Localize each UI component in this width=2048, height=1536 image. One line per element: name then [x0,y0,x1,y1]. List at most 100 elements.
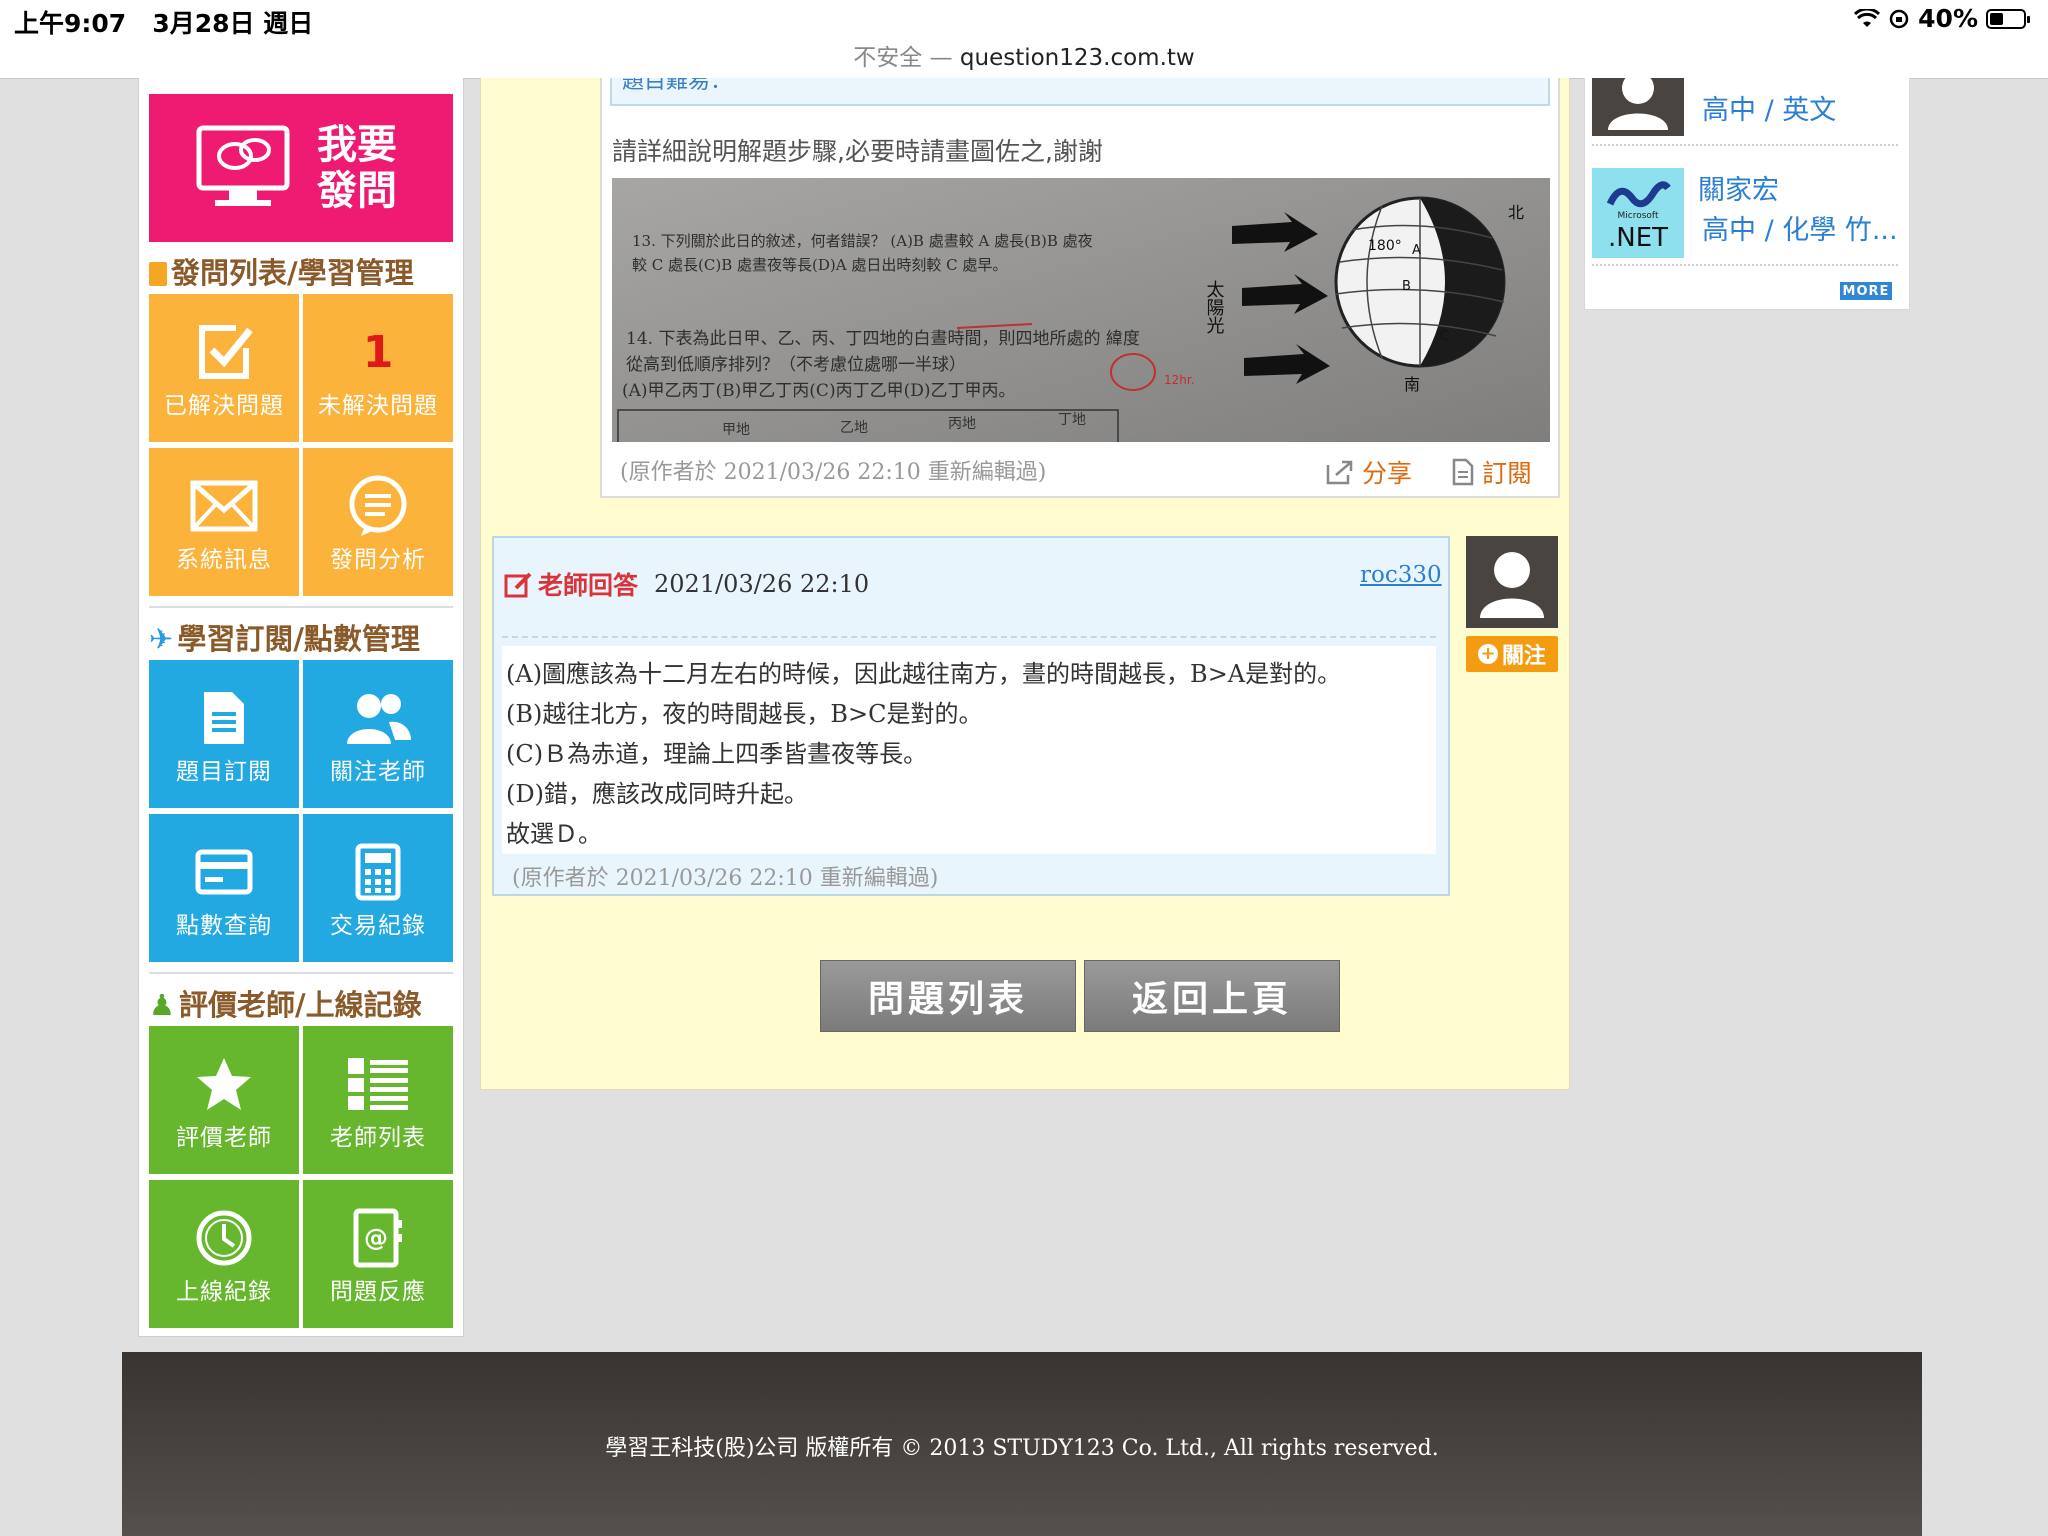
svg-text:乙地: 乙地 [840,420,868,436]
teacher-name[interactable]: 關家宏 [1698,168,1779,207]
tile-label: 問題反應 [330,1279,426,1305]
status-time: 上午9:07 3月28日 週日 [14,4,313,40]
answer-line: (B)越往北方，夜的時間越長，B>C是對的。 [506,700,983,728]
user-silhouette-icon [1480,552,1544,618]
tile-points-inquiry[interactable]: 點數查詢 [149,814,299,962]
svg-text:12hr.: 12hr. [1164,373,1195,387]
teacher-divider [1592,144,1898,146]
status-indicators: 40% [1854,4,2030,33]
credit-card-icon [195,849,253,895]
tile-label: 已解決問題 [164,393,284,419]
tile-label: 點數查詢 [176,913,272,939]
edit-icon [504,572,532,598]
list-icon [348,1058,408,1110]
question-photo[interactable]: 13. 下列關於此日的敘述，何者錯誤？ (A)B 處晝較 A 處長(B)B 處夜… [612,178,1550,442]
svg-text:.NET: .NET [1608,223,1668,253]
clock: 上午9:07 [14,9,127,38]
tile-solved-questions[interactable]: 已解決問題 [149,294,299,442]
calculator-icon [355,843,401,901]
teacher-subject: 高中 / 化學 竹... [1702,215,1898,246]
tile-followed-teachers[interactable]: 關注老師 [303,660,453,808]
document-icon [204,692,244,744]
tile-rate-teacher[interactable]: 評價老師 [149,1026,299,1174]
rotation-lock-icon [1889,9,1909,28]
svg-text:太陽光: 太陽光 [1204,280,1225,335]
more-button[interactable]: MORE [1840,282,1892,300]
section-title-ratings: ♟ 評價老師/上線記錄 [149,988,422,1022]
envelope-icon [190,480,258,532]
teacher-avatar[interactable] [1592,78,1684,136]
answer-edited-note: (原作者於 2021/03/26 22:10 重新編輯過) [512,866,939,891]
sidebar-divider [149,606,453,608]
svg-text:Microsoft: Microsoft [1618,211,1659,221]
users-icon [347,694,411,744]
tile-topic-subscription[interactable]: 題目訂閱 [149,660,299,808]
tile-label: 未解決問題 [318,393,438,419]
answer-line: (C)Ｂ為赤道，理論上四季皆晝夜等長。 [506,740,928,768]
clock-icon [196,1210,252,1266]
answer-header: 老師回答 2021/03/26 22:10 [504,566,869,602]
tile-label: 交易紀錄 [330,913,426,939]
answer-line: (D)錯，應該改成同時升起。 [506,780,808,808]
question-prompt: 請詳細說明解題步驟,必要時請畫圖佐之,謝謝 [612,137,1103,166]
user-silhouette-icon [1608,78,1668,130]
svg-text:北: 北 [1508,203,1524,222]
answer-divider [502,636,1436,638]
dotnet-icon: Microsoft .NET [1606,181,1671,253]
chat-monitor-icon [196,125,290,206]
section-title-questions: 發問列表/學習管理 [149,250,414,292]
ask-question-button[interactable]: 我要 發問 [149,94,453,242]
answer-author-link[interactable]: roc330 [1360,562,1442,588]
address-bar[interactable]: 不安全 — question123.com.tw [0,38,2048,72]
dotnet-logo: Microsoft .NET [1592,168,1684,258]
question-list-button[interactable]: 問題列表 [820,960,1076,1032]
answer-datetime: 2021/03/26 22:10 [654,570,870,598]
url-separator: — [929,45,953,71]
back-button[interactable]: 返回上頁 [1084,960,1340,1032]
share-icon [1326,460,1353,485]
tile-label: 關注老師 [330,759,426,785]
subscribe-link[interactable]: 訂閱 [1452,454,1532,490]
answer-line: 故選Ｄ。 [506,820,602,848]
worksheet-photo: 13. 下列關於此日的敘述，何者錯誤？ (A)B 處晝較 A 處長(B)B 處夜… [612,178,1550,442]
svg-text:14. 下表為此日甲、乙、丙、丁四地的白晝時間，則四地所處的: 14. 下表為此日甲、乙、丙、丁四地的白晝時間，則四地所處的 緯度 [626,329,1140,349]
answer-line: (A)圖應該為十二月左右的時候，因此越往南方，晝的時間越長，B>A是對的。 [506,660,1342,688]
answer-label: 老師回答 [538,571,639,600]
document-icon [1452,458,1474,486]
copyright-text: 學習王科技(股)公司 版權所有 © 2013 STUDY123 Co. Ltd.… [605,1436,1439,1461]
wifi-icon [1854,8,1881,27]
contact-book-icon: @ [353,1208,402,1268]
svg-text:從高到低順序排列？（不考慮位處哪一半球）: 從高到低順序排列？（不考慮位處哪一半球） [626,355,966,375]
svg-text:@: @ [364,1224,388,1252]
unsolved-count: 1 [362,326,394,378]
tile-question-feedback[interactable]: @ 問題反應 [303,1180,453,1328]
tile-label: 老師列表 [330,1125,426,1151]
tile-system-messages[interactable]: 系統訊息 [149,448,299,596]
teacher-avatar[interactable] [1466,536,1558,628]
battery-icon [1986,8,2030,29]
ask-label-line2: 發問 [317,168,397,214]
section-title-subscriptions: ✈ 學習訂閱/點數管理 [149,622,420,656]
tile-label: 評價老師 [176,1125,272,1151]
tile-unsolved-questions[interactable]: 1 未解決問題 [303,294,453,442]
teacher-subject: 高中 / 英文 [1702,95,1837,126]
svg-text:丙地: 丙地 [948,416,976,432]
tile-transaction-records[interactable]: 交易紀錄 [303,814,453,962]
tile-question-analysis[interactable]: 發問分析 [303,448,453,596]
svg-text:南: 南 [1404,375,1420,394]
tile-online-records[interactable]: 上線紀錄 [149,1180,299,1328]
question-edited-note: (原作者於 2021/03/26 22:10 重新編輯過) [620,460,1047,485]
battery-percent: 40% [1918,4,1978,33]
speech-bubble-icon [349,475,407,536]
url-text: question123.com.tw [959,45,1195,71]
svg-text:13. 下列關於此日的敘述，何者錯誤？ (A)B 處晝較 A: 13. 下列關於此日的敘述，何者錯誤？ (A)B 處晝較 A 處長(B)B 處夜 [632,232,1093,250]
tile-label: 系統訊息 [176,547,272,573]
person-icon: ♟ [149,988,175,1022]
share-link[interactable]: 分享 [1326,454,1412,490]
follow-teacher-button[interactable]: + 關注 [1466,636,1558,672]
pin-icon: ✈ [149,622,174,656]
svg-text:A: A [1412,243,1421,258]
tile-label: 題目訂閱 [176,759,272,785]
tile-teacher-list[interactable]: 老師列表 [303,1026,453,1174]
teacher-divider [1592,264,1898,266]
